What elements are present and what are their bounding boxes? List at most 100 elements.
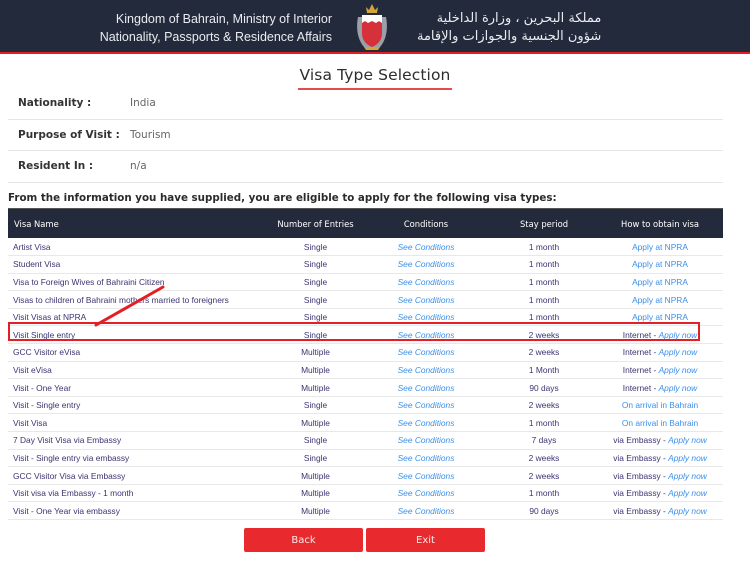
apply-link[interactable]: Apply now xyxy=(668,435,707,445)
stay-period-cell: 1 month xyxy=(491,308,597,327)
apply-link[interactable]: Apply now xyxy=(668,506,707,516)
how-to-obtain-cell: On arrival in Bahrain xyxy=(597,413,723,433)
header-title-ar-line2: شؤون الجنسية والجوازات والإقامة xyxy=(417,29,602,44)
apply-link[interactable]: Apply now xyxy=(668,471,707,481)
visa-name-cell: Visa to Foreign Wives of Bahraini Citize… xyxy=(8,273,270,292)
how-to-obtain-cell: Apply at NPRA xyxy=(597,255,723,274)
obtain-method-label: Internet - xyxy=(622,347,659,358)
see-conditions-link[interactable]: See Conditions xyxy=(398,453,455,463)
how-to-obtain-cell: via Embassy - Apply now xyxy=(597,431,723,450)
visa-name-cell: Student Visa xyxy=(8,255,270,274)
apply-link[interactable]: Apply now xyxy=(668,488,707,498)
conditions-cell: See Conditions xyxy=(361,290,491,309)
col-entries: Number of Entries xyxy=(270,209,361,238)
apply-link[interactable]: Apply at NPRA xyxy=(632,277,688,287)
stay-period-cell: 1 month xyxy=(491,255,597,274)
info-row-purpose: Purpose of Visit : Tourism xyxy=(8,120,723,151)
visa-name-cell: GCC Visitor Visa via Embassy xyxy=(8,466,270,485)
conditions-cell: See Conditions xyxy=(361,484,491,503)
table-row: Artist Visa Single See Conditions 1 month Ap… xyxy=(8,238,723,257)
entries-cell: Multiple xyxy=(270,361,361,380)
how-to-obtain-cell: Apply at NPRA xyxy=(597,238,723,257)
see-conditions-link[interactable]: See Conditions xyxy=(398,277,455,287)
table-row: Visit - Single entry Single See Conditions… xyxy=(8,396,723,415)
apply-link[interactable]: Apply at NPRA xyxy=(632,312,688,322)
visa-types-table: Visa Name Number of Entries Conditions S… xyxy=(8,209,723,520)
conditions-cell: See Conditions xyxy=(361,378,491,397)
apply-link[interactable]: Apply at NPRA xyxy=(632,259,688,269)
apply-link[interactable]: Apply now xyxy=(659,330,698,340)
see-conditions-link[interactable]: See Conditions xyxy=(398,383,455,393)
obtain-method-label: via Embassy - xyxy=(613,505,669,516)
see-conditions-link[interactable]: See Conditions xyxy=(398,365,455,375)
info-row-resident: Resident In : n/a xyxy=(8,151,723,183)
header-title-ar-line1: مملكة البحرين ، وزارة الداخلية xyxy=(436,11,602,26)
visa-name-cell: Artist Visa xyxy=(8,238,270,257)
conditions-cell: See Conditions xyxy=(361,431,491,450)
table-header-row: Visa Name Number of Entries Conditions S… xyxy=(8,209,723,238)
see-conditions-link[interactable]: See Conditions xyxy=(398,347,455,357)
conditions-cell: See Conditions xyxy=(361,396,491,415)
apply-link[interactable]: Apply now xyxy=(659,347,698,357)
nationality-label: Nationality : xyxy=(18,97,92,110)
table-row: Visas to children of Bahraini mothers ma… xyxy=(8,290,723,309)
resident-label: Resident In : xyxy=(18,160,94,173)
entries-cell: Single xyxy=(270,273,361,292)
apply-link[interactable]: Apply now xyxy=(659,383,698,393)
see-conditions-link[interactable]: See Conditions xyxy=(398,295,455,305)
table-row: Visit - Single entry via embassy Single Se… xyxy=(8,449,723,468)
obtain-method-label: via Embassy - xyxy=(613,452,669,463)
see-conditions-link[interactable]: See Conditions xyxy=(398,435,455,445)
see-conditions-link[interactable]: See Conditions xyxy=(398,488,455,498)
how-to-obtain-cell: Internet - Apply now xyxy=(597,361,723,380)
see-conditions-link[interactable]: See Conditions xyxy=(398,506,455,516)
exit-button[interactable]: Exit xyxy=(366,528,485,552)
see-conditions-link[interactable]: See Conditions xyxy=(398,471,455,481)
table-row: Visit Single entry Single See Conditions 2 … xyxy=(8,325,723,345)
apply-link[interactable]: Apply at NPRA xyxy=(632,295,688,305)
table-row: Visit Visas at NPRA Single See Conditions 1… xyxy=(8,308,723,327)
header-title-en-line2: Nationality, Passports & Residence Affai… xyxy=(99,30,332,44)
apply-link[interactable]: On arrival in Bahrain xyxy=(622,418,698,428)
conditions-cell: See Conditions xyxy=(361,343,491,362)
see-conditions-link[interactable]: See Conditions xyxy=(398,400,455,410)
see-conditions-link[interactable]: See Conditions xyxy=(398,259,455,269)
entries-cell: Single xyxy=(270,238,361,257)
conditions-cell: See Conditions xyxy=(361,273,491,292)
stay-period-cell: 2 weeks xyxy=(491,396,597,415)
visa-name-cell: Visit Single entry xyxy=(8,325,270,345)
conditions-cell: See Conditions xyxy=(361,466,491,485)
stay-period-cell: 7 days xyxy=(491,431,597,450)
how-to-obtain-cell: via Embassy - Apply now xyxy=(597,501,723,520)
stay-period-cell: 2 weeks xyxy=(491,466,597,485)
how-to-obtain-cell: via Embassy - Apply now xyxy=(597,449,723,468)
apply-link[interactable]: Apply now xyxy=(668,453,707,463)
see-conditions-link[interactable]: See Conditions xyxy=(398,242,455,252)
table-row: Visit visa via Embassy - 1 month Multiple… xyxy=(8,484,723,503)
conditions-cell: See Conditions xyxy=(361,449,491,468)
apply-link[interactable]: On arrival in Bahrain xyxy=(622,400,698,410)
visa-name-cell: Visit - Single entry via embassy xyxy=(8,449,270,468)
entries-cell: Multiple xyxy=(270,343,361,362)
see-conditions-link[interactable]: See Conditions xyxy=(398,330,455,340)
stay-period-cell: 90 days xyxy=(491,501,597,520)
back-button[interactable]: Back xyxy=(244,528,363,552)
bahrain-emblem-icon xyxy=(357,4,387,50)
visa-name-cell: Visit Visas at NPRA xyxy=(8,308,270,327)
stay-period-cell: 90 days xyxy=(491,378,597,397)
purpose-label: Purpose of Visit : xyxy=(18,128,120,141)
eligibility-heading: From the information you have supplied, … xyxy=(8,192,723,209)
table-row: GCC Visitor Visa via Embassy Multiple See … xyxy=(8,466,723,485)
stay-period-cell: 1 month xyxy=(491,238,597,257)
visa-name-cell: GCC Visitor eVisa xyxy=(8,343,270,362)
see-conditions-link[interactable]: See Conditions xyxy=(398,312,455,322)
table-row: Visa to Foreign Wives of Bahraini Citize… xyxy=(8,273,723,292)
entries-cell: Multiple xyxy=(270,413,361,433)
obtain-method-label: Internet - xyxy=(622,364,659,375)
see-conditions-link[interactable]: See Conditions xyxy=(398,418,455,428)
obtain-method-label: via Embassy - xyxy=(613,435,669,446)
stay-period-cell: 2 weeks xyxy=(491,325,597,345)
apply-link[interactable]: Apply at NPRA xyxy=(632,242,688,252)
stay-period-cell: 1 month xyxy=(491,290,597,309)
apply-link[interactable]: Apply now xyxy=(659,365,698,375)
